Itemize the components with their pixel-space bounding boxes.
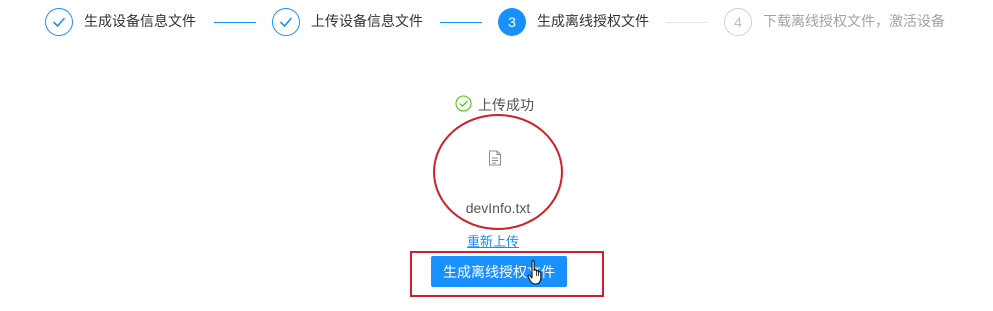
hand-cursor-icon: [527, 260, 545, 290]
step-2-connector: [440, 22, 482, 23]
step-3-connector: [666, 22, 708, 23]
step-2-check-icon: [272, 8, 300, 36]
step-4-title[interactable]: 下载离线授权文件，激活设备: [763, 13, 945, 31]
reupload-link[interactable]: 重新上传: [467, 231, 519, 250]
file-icon: [488, 150, 502, 170]
step-1-check-icon: [45, 8, 73, 36]
check-circle-icon: [455, 94, 472, 116]
step-1-connector: [214, 22, 256, 23]
step-3-number: 3: [498, 8, 526, 36]
step-4-number: 4: [724, 8, 752, 36]
step-3-title[interactable]: 生成离线授权文件: [537, 13, 649, 31]
offline-activation-page: 生成设备信息文件 上传设备信息文件 3 生成离线授权文件 4 下载离线授权文件，…: [0, 0, 993, 311]
generate-license-button[interactable]: 生成离线授权文件: [431, 256, 567, 287]
uploaded-file-name: devInfo.txt: [465, 200, 531, 216]
upload-status: 上传成功: [455, 94, 534, 116]
step-2-title[interactable]: 上传设备信息文件: [311, 13, 423, 31]
step-1-title[interactable]: 生成设备信息文件: [84, 13, 196, 31]
upload-status-text: 上传成功: [478, 98, 534, 114]
